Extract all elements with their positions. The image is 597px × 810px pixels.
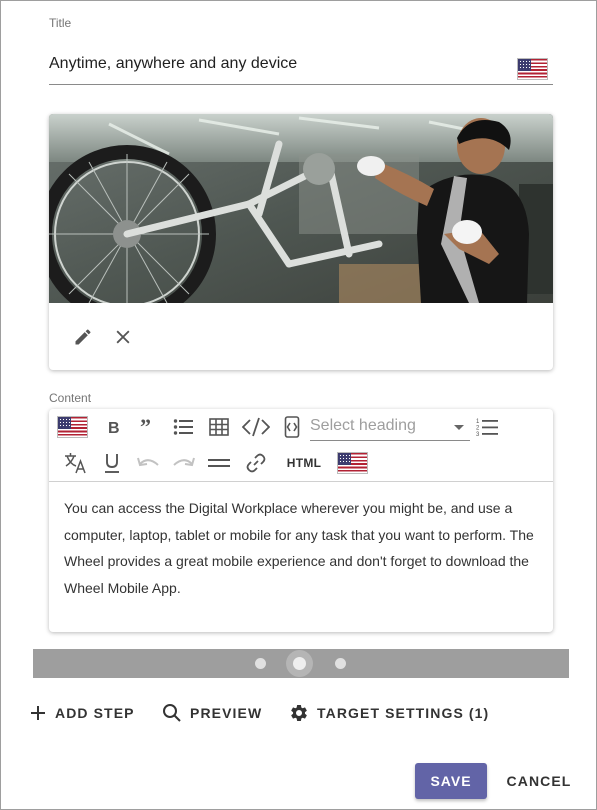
table-icon[interactable] — [207, 414, 231, 440]
carousel-dot[interactable] — [255, 658, 266, 669]
target-settings-label: TARGET SETTINGS (1) — [317, 705, 490, 721]
target-settings-button[interactable]: TARGET SETTINGS (1) — [289, 701, 489, 725]
title-field[interactable]: Anytime, anywhere and any device — [49, 47, 553, 85]
svg-text:B: B — [108, 420, 120, 435]
redo-icon[interactable] — [171, 450, 197, 476]
underline-icon[interactable] — [101, 450, 123, 476]
worker-assembling-bicycle-photo — [49, 114, 553, 303]
editor-toolbar: B ” Select heading 123 HTML — [49, 409, 553, 482]
undo-icon[interactable] — [135, 450, 161, 476]
editor-content[interactable]: You can access the Digital Workplace whe… — [64, 495, 542, 601]
html-button[interactable]: HTML — [281, 450, 327, 476]
step-editor-dialog: Title Anytime, anywhere and any device C… — [0, 0, 597, 810]
bold-icon[interactable]: B — [101, 414, 125, 440]
add-step-button[interactable]: ADD STEP — [29, 701, 135, 725]
heading-select[interactable]: Select heading — [310, 413, 470, 441]
title-label: Title — [49, 16, 72, 30]
numbered-list-icon[interactable]: 123 — [475, 414, 499, 440]
chevron-down-icon — [454, 425, 464, 430]
us-flag-icon[interactable] — [517, 58, 548, 80]
bulleted-list-icon[interactable] — [171, 414, 195, 440]
svg-text:1: 1 — [476, 419, 480, 425]
step-carousel — [33, 649, 569, 678]
code-block-icon[interactable] — [281, 414, 303, 440]
rich-text-editor: B ” Select heading 123 HTML You can acce… — [49, 409, 553, 632]
image-card — [49, 114, 553, 370]
carousel-dot[interactable] — [335, 658, 346, 669]
add-step-label: ADD STEP — [55, 705, 135, 721]
cancel-button[interactable]: CANCEL — [501, 763, 577, 799]
quote-icon[interactable]: ” — [135, 414, 159, 440]
code-icon[interactable] — [241, 414, 271, 440]
svg-text:2: 2 — [476, 426, 480, 432]
us-flag-icon[interactable] — [57, 416, 88, 438]
horizontal-line-icon[interactable] — [207, 450, 231, 476]
edit-icon[interactable] — [69, 323, 97, 351]
image-actions — [49, 303, 553, 370]
heading-select-placeholder: Select heading — [310, 417, 416, 434]
preview-label: PREVIEW — [190, 705, 263, 721]
link-icon[interactable] — [244, 450, 268, 476]
svg-text:3: 3 — [476, 432, 480, 437]
gear-icon — [291, 705, 307, 721]
content-label: Content — [49, 391, 92, 405]
carousel-dot-active[interactable] — [286, 650, 313, 677]
close-icon[interactable] — [109, 323, 137, 351]
save-button[interactable]: SAVE — [415, 763, 487, 799]
search-icon — [163, 704, 181, 722]
us-flag-icon[interactable] — [337, 452, 368, 474]
title-input-value[interactable]: Anytime, anywhere and any device — [49, 55, 297, 73]
svg-text:”: ” — [140, 418, 151, 436]
plus-icon — [31, 706, 45, 720]
preview-button[interactable]: PREVIEW — [162, 701, 262, 725]
translate-icon[interactable] — [63, 450, 89, 476]
